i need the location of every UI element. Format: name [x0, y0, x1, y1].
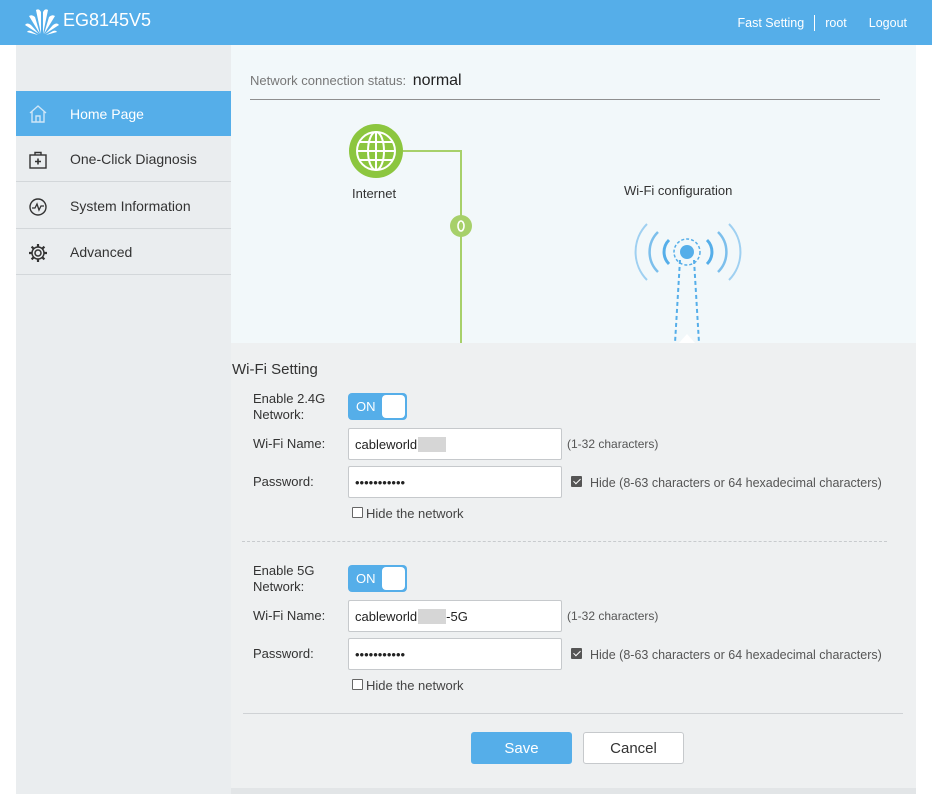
wifi-name-24g-label: Wi-Fi Name: [253, 436, 326, 451]
actions-divider [243, 713, 903, 714]
sidebar-item-label: System Information [70, 198, 191, 214]
wifi-name-24g-hint: (1-32 characters) [567, 437, 659, 451]
password-5g-input[interactable]: ••••••••••• [348, 638, 562, 670]
wifi-name-24g-value: cableworld [355, 436, 418, 452]
password-5g-value: ••••••••••• [355, 646, 406, 662]
hide-password-24g-checkbox[interactable] [571, 476, 582, 487]
redacted-mask [418, 436, 447, 452]
sidebar-item-label: Advanced [70, 244, 133, 260]
uplink-line [403, 150, 462, 343]
wifi-setting-panel: Wi-Fi Setting Enable 2.4G Network: ON Wi… [231, 343, 916, 794]
wifi-name-5g-label: Wi-Fi Name: [253, 608, 326, 623]
password-24g-label: Password: [253, 474, 314, 489]
hide-password-5g-checkbox[interactable] [571, 648, 582, 659]
top-links: Fast Setting root Logout [738, 15, 907, 31]
sidebar-item-advanced[interactable]: Advanced [16, 230, 231, 275]
enable-24g-toggle[interactable]: ON [348, 393, 407, 420]
save-button[interactable]: Save [471, 732, 572, 764]
sidebar-item-label: One-Click Diagnosis [70, 151, 197, 167]
cancel-button[interactable]: Cancel [583, 732, 684, 764]
wifi-name-5g-value: cableworld [355, 608, 418, 624]
wifi-name-5g-suffix: -5G [446, 608, 468, 624]
logout-link[interactable]: Logout [869, 16, 907, 30]
hide-password-24g-label: Hide (8-63 characters or 64 hexadecimal … [590, 476, 882, 490]
bottom-strip [231, 788, 916, 794]
internet-globe-icon[interactable] [349, 124, 403, 178]
wifi-name-5g-hint: (1-32 characters) [567, 609, 659, 623]
toggle-state: ON [356, 571, 376, 586]
top-header: EG8145V5 Fast Setting root Logout [0, 0, 932, 45]
gear-icon [29, 244, 47, 262]
enable-24g-label: Enable 2.4G Network: [253, 391, 326, 422]
wifi-signal-icon[interactable] [634, 223, 742, 343]
huawei-logo [25, 9, 59, 35]
home-icon [29, 105, 47, 123]
toggle-knob [382, 567, 405, 590]
password-24g-value: ••••••••••• [355, 474, 406, 490]
link-node-icon [450, 215, 472, 237]
hide-network-5g-label: Hide the network [366, 678, 464, 693]
medical-kit-icon [29, 151, 47, 169]
wifi-configuration-label[interactable]: Wi-Fi configuration [624, 183, 732, 198]
sidebar-item-home-page[interactable]: Home Page [16, 91, 240, 136]
wifi-name-5g-input[interactable]: cableworld -5G [348, 600, 562, 632]
hide-network-5g-checkbox[interactable] [352, 679, 363, 690]
hide-network-24g-checkbox[interactable] [352, 507, 363, 518]
wifi-setting-title: Wi-Fi Setting [232, 361, 318, 378]
internet-label: Internet [352, 186, 397, 201]
redacted-mask [418, 608, 447, 624]
hide-network-24g-label: Hide the network [366, 506, 464, 521]
sidebar-item-system-information[interactable]: System Information [16, 184, 231, 229]
topology-diagram [349, 124, 742, 343]
link-divider [814, 15, 816, 31]
pulse-icon [29, 198, 47, 216]
band-divider [242, 541, 887, 542]
enable-5g-toggle[interactable]: ON [348, 565, 407, 592]
sidebar: Home Page One-Click Diagnosis System Inf… [16, 45, 240, 794]
user-link[interactable]: root [825, 16, 847, 30]
network-overview: Network connection status: normal Intern… [231, 45, 916, 343]
fast-setting-link[interactable]: Fast Setting [738, 16, 805, 30]
device-model: EG8145V5 [63, 10, 152, 30]
password-5g-label: Password: [253, 646, 314, 661]
password-24g-input[interactable]: ••••••••••• [348, 466, 562, 498]
enable-5g-label: Enable 5G Network: [253, 563, 315, 594]
hide-password-5g-label: Hide (8-63 characters or 64 hexadecimal … [590, 648, 882, 662]
sidebar-item-one-click-diagnosis[interactable]: One-Click Diagnosis [16, 137, 231, 182]
sidebar-item-label: Home Page [70, 105, 144, 122]
wifi-name-24g-input[interactable]: cableworld [348, 428, 562, 460]
toggle-state: ON [356, 399, 376, 414]
toggle-knob [382, 395, 405, 418]
